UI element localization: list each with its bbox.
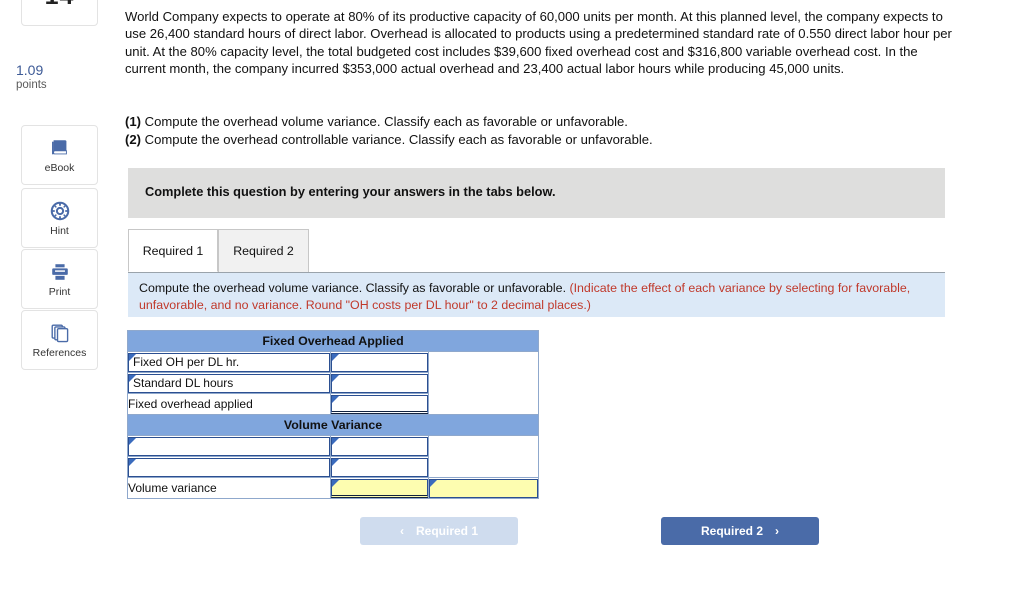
points-value: 1.09 bbox=[16, 62, 44, 78]
volume-variance-classification-dropdown[interactable] bbox=[429, 478, 539, 498]
row-1-value-input[interactable] bbox=[331, 373, 428, 393]
points-display: 1.09 points bbox=[16, 62, 108, 93]
next-required-2-button[interactable]: Required 2 › bbox=[661, 517, 819, 545]
question-stem: World Company expects to operate at 80% … bbox=[125, 9, 952, 76]
row-4-label-cell[interactable] bbox=[127, 456, 331, 478]
references-button[interactable]: References bbox=[21, 310, 98, 370]
answer-table: Fixed Overhead Applied Fixed OH per DL h… bbox=[126, 330, 540, 499]
question-number: 14 bbox=[45, 0, 75, 9]
row-0-value-input[interactable] bbox=[331, 352, 428, 372]
row-2-value-input[interactable] bbox=[331, 394, 428, 414]
printer-icon bbox=[49, 261, 71, 283]
requirement-2-number: (2) bbox=[125, 132, 142, 147]
fixed-overhead-applied-header: Fixed Overhead Applied bbox=[126, 330, 540, 352]
left-toolbar: 14 1.09 points eBook bbox=[0, 0, 120, 589]
row-4-value-cell[interactable] bbox=[330, 456, 429, 478]
row-3-label-cell[interactable] bbox=[127, 435, 331, 457]
requirements-list: (1) Compute the overhead volume variance… bbox=[125, 113, 961, 149]
table-row: Fixed OH per DL hr. bbox=[127, 351, 540, 415]
print-label: Print bbox=[48, 285, 71, 298]
tab-required-1-label: Required 1 bbox=[142, 243, 204, 258]
chevron-left-icon: ‹ bbox=[399, 524, 404, 538]
previous-required-1-button[interactable]: ‹ Required 1 bbox=[360, 517, 518, 545]
table-section-header-row: Volume Variance bbox=[126, 414, 540, 436]
table-row bbox=[127, 435, 540, 478]
references-label: References bbox=[32, 346, 87, 359]
tab-required-2[interactable]: Required 2 bbox=[218, 229, 309, 272]
instruction-banner-text: Complete this question by entering your … bbox=[145, 184, 556, 199]
requirement-2-text: Compute the overhead controllable varian… bbox=[141, 132, 653, 147]
row-0-label-cell[interactable]: Fixed OH per DL hr. bbox=[127, 351, 331, 373]
print-button[interactable]: Print bbox=[21, 249, 98, 309]
task-instruction-main: Compute the overhead volume variance. Cl… bbox=[139, 281, 570, 295]
row-0-value-cell[interactable] bbox=[330, 351, 429, 373]
row-3-label-input[interactable] bbox=[128, 436, 330, 456]
requirement-1-number: (1) bbox=[125, 114, 142, 129]
tab-required-1[interactable]: Required 1 bbox=[128, 229, 218, 272]
task-instruction-bar: Compute the overhead volume variance. Cl… bbox=[128, 272, 945, 317]
chevron-right-icon: › bbox=[775, 524, 779, 538]
row-5-label: Volume variance bbox=[127, 477, 331, 499]
table-row: Volume variance bbox=[127, 477, 540, 499]
row-4-label-input[interactable] bbox=[128, 457, 330, 477]
requirement-1-text: Compute the overhead volume variance. Cl… bbox=[141, 114, 628, 129]
row-5-value-cell[interactable] bbox=[330, 477, 429, 499]
row-1-value-cell[interactable] bbox=[330, 372, 429, 394]
row-3-value-input[interactable] bbox=[331, 436, 428, 456]
ebook-label: eBook bbox=[44, 161, 75, 174]
question-page: 14 1.09 points eBook bbox=[0, 0, 1024, 589]
task-instruction-text: Compute the overhead volume variance. Cl… bbox=[139, 280, 934, 314]
table-section-header-row: Fixed Overhead Applied bbox=[126, 330, 540, 352]
section-1-result-cell bbox=[427, 351, 540, 415]
ebook-button[interactable]: eBook bbox=[21, 125, 98, 185]
row-0-label-input[interactable]: Fixed OH per DL hr. bbox=[128, 352, 330, 372]
volume-variance-header: Volume Variance bbox=[126, 414, 540, 436]
section-2-result-cell bbox=[427, 435, 540, 478]
row-3-value-cell[interactable] bbox=[330, 435, 429, 457]
main-content: World Company expects to operate at 80% … bbox=[123, 0, 1024, 589]
requirement-2: (2) Compute the overhead controllable va… bbox=[125, 131, 961, 149]
row-5-classification-cell[interactable] bbox=[427, 477, 540, 499]
previous-button-label: Required 1 bbox=[415, 524, 478, 538]
requirement-1: (1) Compute the overhead volume variance… bbox=[125, 113, 961, 131]
copy-pages-icon bbox=[49, 322, 71, 344]
book-icon bbox=[49, 137, 71, 159]
hint-label: Hint bbox=[50, 224, 69, 237]
volume-variance-amount-input[interactable] bbox=[331, 478, 428, 498]
tab-navigation: ‹ Required 1 Required 2 › bbox=[360, 517, 819, 545]
row-2-label: Fixed overhead applied bbox=[127, 393, 331, 415]
row-2-value-cell[interactable] bbox=[330, 393, 429, 415]
tab-required-2-label: Required 2 bbox=[233, 244, 294, 258]
question-number-box: 14 bbox=[21, 0, 98, 26]
row-4-value-input[interactable] bbox=[331, 457, 428, 477]
points-label: points bbox=[16, 79, 47, 92]
hint-button[interactable]: Hint bbox=[21, 188, 98, 248]
row-1-label-input[interactable]: Standard DL hours bbox=[128, 373, 330, 393]
instruction-banner: Complete this question by entering your … bbox=[128, 168, 945, 218]
life-ring-icon bbox=[49, 200, 71, 222]
row-1-label-cell[interactable]: Standard DL hours bbox=[127, 372, 331, 394]
next-button-label: Required 2 bbox=[700, 524, 763, 538]
